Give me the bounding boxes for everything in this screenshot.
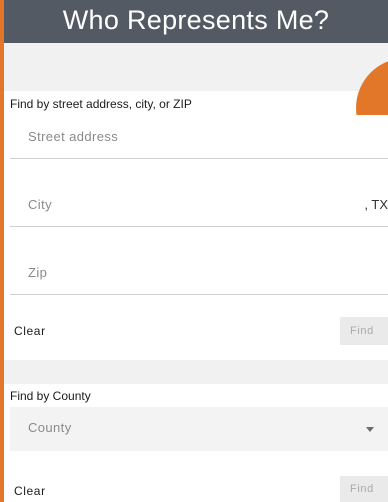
county-select[interactable]: County <box>10 407 388 451</box>
address-section-label: Find by street address, city, or ZIP <box>10 97 192 111</box>
county-clear-button[interactable]: Clear <box>14 484 46 498</box>
county-section-label: Find by County <box>10 389 91 403</box>
street-address-field[interactable] <box>10 115 388 159</box>
address-find-button[interactable]: Find <box>340 317 388 345</box>
city-input[interactable] <box>10 183 388 226</box>
section-divider-band <box>4 360 388 384</box>
top-spacer-band <box>4 43 388 91</box>
county-select-value: County <box>28 420 72 435</box>
county-find-button[interactable]: Find <box>340 476 388 502</box>
street-address-input[interactable] <box>10 115 388 158</box>
app-frame: Who Represents Me? Find by street addres… <box>0 0 388 502</box>
zip-input[interactable] <box>10 251 388 294</box>
zip-field[interactable] <box>10 251 388 295</box>
dropdown-caret-icon <box>366 427 374 432</box>
city-field[interactable]: , TX <box>10 183 388 227</box>
page-title: Who Represents Me? <box>4 0 388 43</box>
state-suffix: , TX <box>364 197 388 212</box>
address-clear-button[interactable]: Clear <box>14 324 46 338</box>
